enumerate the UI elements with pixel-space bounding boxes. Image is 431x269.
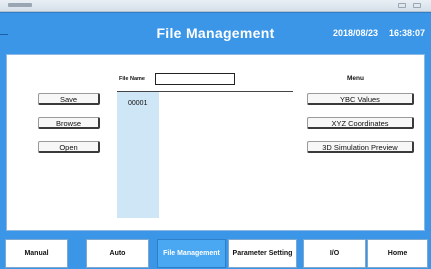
tab-auto[interactable]: Auto <box>86 239 149 268</box>
close-icon[interactable] <box>413 3 421 8</box>
header-bar: File Management 2018/08/23 16:38:07 <box>6 16 425 54</box>
tab-file-management[interactable]: File Management <box>157 239 226 268</box>
minimize-icon[interactable] <box>398 3 406 8</box>
tab-manual[interactable]: Manual <box>5 239 68 268</box>
file-list[interactable]: 00001 <box>117 92 159 218</box>
3d-simulation-preview-button[interactable]: 3D Simulation Preview <box>307 141 414 153</box>
tab-io[interactable]: I/O <box>303 239 366 268</box>
ybc-values-button[interactable]: YBC Values <box>307 93 414 105</box>
time-display: 16:38:07 <box>389 28 426 38</box>
menu-heading: Menu <box>347 75 364 82</box>
tab-parameter-setting[interactable]: Parameter Setting <box>228 239 297 268</box>
file-name-label: File Name <box>119 76 145 82</box>
file-name-input[interactable] <box>155 73 235 85</box>
bottom-navbar: Manual Auto File Management Parameter Se… <box>0 231 431 269</box>
content-panel: Save Browse Open File Name 00001 Menu YB… <box>6 54 425 231</box>
tab-home[interactable]: Home <box>367 239 428 268</box>
xyz-coordinates-button[interactable]: XYZ Coordinates <box>307 117 414 129</box>
window-caption-placeholder <box>8 3 32 7</box>
date-display: 2018/08/23 <box>333 28 379 38</box>
list-item[interactable]: 00001 <box>128 100 147 107</box>
window-titlebar <box>0 0 431 12</box>
open-button[interactable]: Open <box>38 141 100 153</box>
save-button[interactable]: Save <box>38 93 100 105</box>
browse-button[interactable]: Browse <box>38 117 100 129</box>
